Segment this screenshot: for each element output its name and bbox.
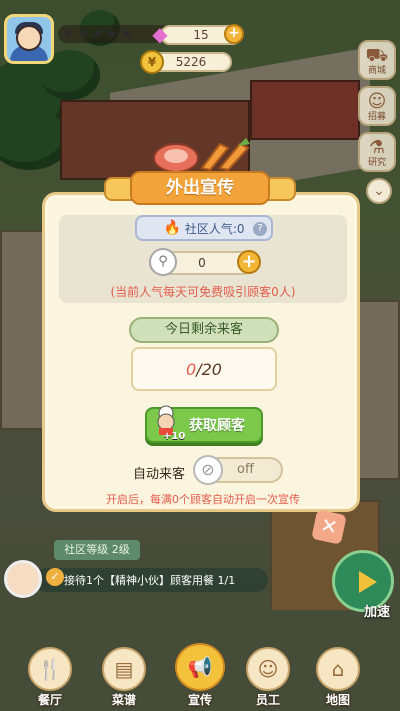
nav-label: 菜谱 bbox=[111, 693, 136, 707]
dialog-title: 外出宣传 bbox=[166, 178, 234, 198]
star-icon: ★ bbox=[105, 26, 119, 42]
auto-customer-toggle[interactable]: ⊘ off bbox=[193, 455, 283, 485]
restaurant-icon: 🍴 bbox=[28, 647, 72, 691]
shop-button[interactable]: ⛟ 商城 bbox=[358, 40, 396, 80]
coin-counter: ¥ 5226 bbox=[140, 50, 232, 74]
remaining-customers-box: 0 /20 bbox=[131, 347, 277, 391]
toggle-state: off bbox=[237, 462, 254, 477]
nav-map[interactable]: ⌂ 地图 bbox=[310, 643, 366, 707]
coin-icon: ¥ bbox=[140, 50, 164, 74]
dialog-title-banner: 外出宣传 bbox=[104, 167, 296, 207]
customer-bonus: +10 bbox=[163, 431, 186, 442]
nav-staff[interactable]: ☺ 员工 bbox=[240, 643, 296, 707]
collapse-menu-button[interactable]: ⌄ bbox=[366, 178, 392, 204]
add-heat-button[interactable]: + bbox=[237, 250, 261, 274]
star-icon: ★ bbox=[76, 26, 90, 42]
community-heat-label: 社区人气:0 bbox=[184, 221, 245, 236]
star-icon: ★ bbox=[62, 26, 75, 42]
get-customers-label: 获取顾客 bbox=[189, 418, 245, 434]
speed-up-label: 加速 bbox=[363, 605, 390, 620]
gem-count: 15 bbox=[193, 28, 209, 42]
gem-icon: ◆ bbox=[152, 22, 168, 46]
remaining-customers-label: 今日剩余来客 bbox=[129, 317, 279, 343]
shop-label: 商城 bbox=[367, 66, 386, 76]
nav-recipes[interactable]: ▤ 菜谱 bbox=[96, 643, 152, 707]
chevron-down-icon: ⌄ bbox=[373, 183, 385, 199]
player-avatar[interactable] bbox=[4, 14, 54, 64]
close-icon[interactable]: ✕ bbox=[311, 509, 347, 545]
auto-customer-label: 自动来客 bbox=[133, 467, 186, 482]
nav-promotion[interactable]: 📢 宣传 bbox=[172, 643, 228, 707]
coin-count: 5226 bbox=[175, 55, 207, 69]
research-label: 研究 bbox=[367, 158, 386, 168]
auto-customer-note: 开启后，每满0个顾客自动开启一次宣传 bbox=[106, 493, 300, 506]
promotion-dialog: 🔥 社区人气:0 ? 0 ⚲ + (当前人气每天可免费吸引顾客0人) 今日剩余来… bbox=[42, 192, 360, 512]
toggle-knob-icon: ⊘ bbox=[193, 455, 223, 485]
heat-value: 0 bbox=[198, 256, 206, 270]
customer-avatar bbox=[4, 560, 42, 598]
recruit-button[interactable]: ☺ 招募 bbox=[358, 86, 396, 126]
gem-counter: ◆ 15 + bbox=[152, 23, 244, 45]
research-button[interactable]: ⚗ 研究 bbox=[358, 132, 396, 172]
community-level: 社区等级 2级 bbox=[54, 540, 140, 560]
get-customers-button[interactable]: +10 获取顾客 bbox=[145, 405, 263, 443]
star-icon: ★ bbox=[120, 26, 133, 42]
star-icon: ★ bbox=[91, 26, 104, 42]
research-icon: ⚗ bbox=[368, 137, 386, 158]
quest-bar[interactable]: ✓ 接待1个【精神小伙】顾客用餐 1/1 bbox=[4, 560, 268, 598]
remaining-total: /20 bbox=[196, 359, 222, 379]
recruit-label: 招募 bbox=[367, 112, 386, 122]
chef-icon: ☺ bbox=[246, 647, 290, 691]
play-icon bbox=[359, 571, 377, 593]
remaining-current: 0 bbox=[186, 359, 197, 379]
check-icon: ✓ bbox=[46, 568, 64, 586]
nav-label: 宣传 bbox=[187, 693, 212, 707]
help-icon[interactable]: ? bbox=[253, 222, 267, 236]
fire-icon: 🔥 bbox=[163, 220, 181, 236]
nav-restaurant[interactable]: 🍴 餐厅 bbox=[22, 643, 78, 707]
avatar-face bbox=[16, 25, 42, 51]
lamp-icon: ⚲ bbox=[149, 248, 177, 276]
map-icon: ⌂ bbox=[316, 647, 360, 691]
quest-text: 接待1个【精神小伙】顾客用餐 1/1 bbox=[64, 574, 236, 587]
shop-icon: ⛟ bbox=[365, 45, 389, 66]
nav-label: 地图 bbox=[325, 693, 350, 707]
nav-label: 餐厅 bbox=[37, 693, 62, 707]
community-heat-tab: 🔥 社区人气:0 ? bbox=[135, 215, 273, 241]
heat-note: (当前人气每天可免费吸引顾客0人) bbox=[110, 285, 296, 299]
add-gems-button[interactable]: + bbox=[224, 24, 244, 44]
recruit-icon: ☺ bbox=[367, 91, 387, 112]
bottom-nav: 🍴 餐厅 ▤ 菜谱 📢 宣传 ☺ 员工 ⌂ 地图 bbox=[0, 639, 400, 711]
megaphone-icon: 📢 bbox=[175, 643, 225, 691]
nav-label: 员工 bbox=[255, 693, 280, 707]
recipe-icon: ▤ bbox=[102, 647, 146, 691]
